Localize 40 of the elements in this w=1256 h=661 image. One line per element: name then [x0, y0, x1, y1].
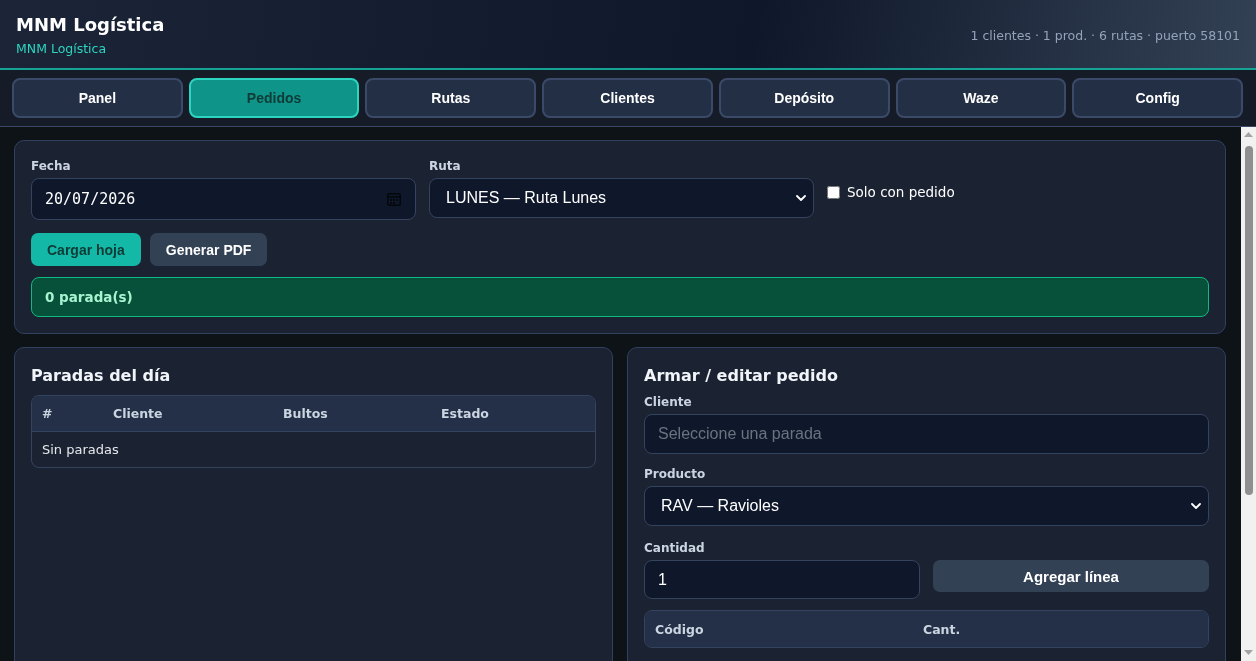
app-subtitle: MNM Logística	[16, 40, 108, 58]
nav-tab[interactable]: Config	[1072, 78, 1244, 118]
nav-tab[interactable]: Depósito	[718, 78, 890, 118]
load-sheet-button[interactable]: Cargar hoja	[31, 233, 141, 266]
column-header: Bultos	[282, 406, 329, 421]
date-field[interactable]: 20/07/2026	[31, 178, 416, 220]
column-header: Código	[654, 621, 705, 637]
scroll-thumb[interactable]	[1244, 146, 1253, 495]
only-with-order-checkbox[interactable]	[827, 185, 840, 199]
nav-tab[interactable]: Waze	[895, 78, 1067, 118]
nav-tab[interactable]: Panel	[12, 78, 183, 118]
field-label: Ruta	[429, 159, 462, 174]
checkbox-label: Solo con pedido	[847, 184, 955, 200]
chevron-icon	[1191, 503, 1201, 509]
field-label: Producto	[644, 467, 707, 482]
quantity-field[interactable]: 1	[644, 560, 920, 599]
empty-table-text: Sin paradas	[41, 442, 120, 457]
stats-text: 1 clientes · 1 prod. · 6 rutas · puerto 58101	[970, 27, 1240, 45]
status-banner: 0 parada(s)	[31, 277, 1209, 317]
nav-tab[interactable]: Rutas	[365, 78, 537, 118]
column-header: Cliente	[112, 406, 164, 421]
field-label: Fecha	[31, 159, 72, 174]
route-select[interactable]: LUNES — Ruta Lunes	[429, 178, 814, 218]
field-label: Cliente	[644, 395, 693, 410]
card-title: Armar / editar pedido	[644, 365, 839, 387]
client-field[interactable]: Seleccione una parada	[644, 414, 1209, 454]
column-header: Estado	[440, 406, 490, 421]
column-header: #	[41, 406, 54, 421]
scrollbar[interactable]	[1241, 127, 1256, 661]
scroll-down-icon[interactable]	[1244, 650, 1253, 655]
add-line-button[interactable]: Agregar línea	[933, 560, 1209, 592]
product-select[interactable]: RAV — Ravioles	[644, 486, 1209, 526]
nav-tab[interactable]: Clientes	[542, 78, 713, 118]
field-label: Cantidad	[644, 541, 706, 556]
pdf-button[interactable]: Generar PDF	[149, 233, 268, 266]
chevron-icon	[796, 195, 806, 201]
card-title: Paradas del día	[31, 365, 172, 387]
scroll-up-icon[interactable]	[1244, 132, 1253, 137]
column-header: Cant.	[922, 621, 962, 637]
app-title: MNM Logística	[16, 13, 165, 37]
